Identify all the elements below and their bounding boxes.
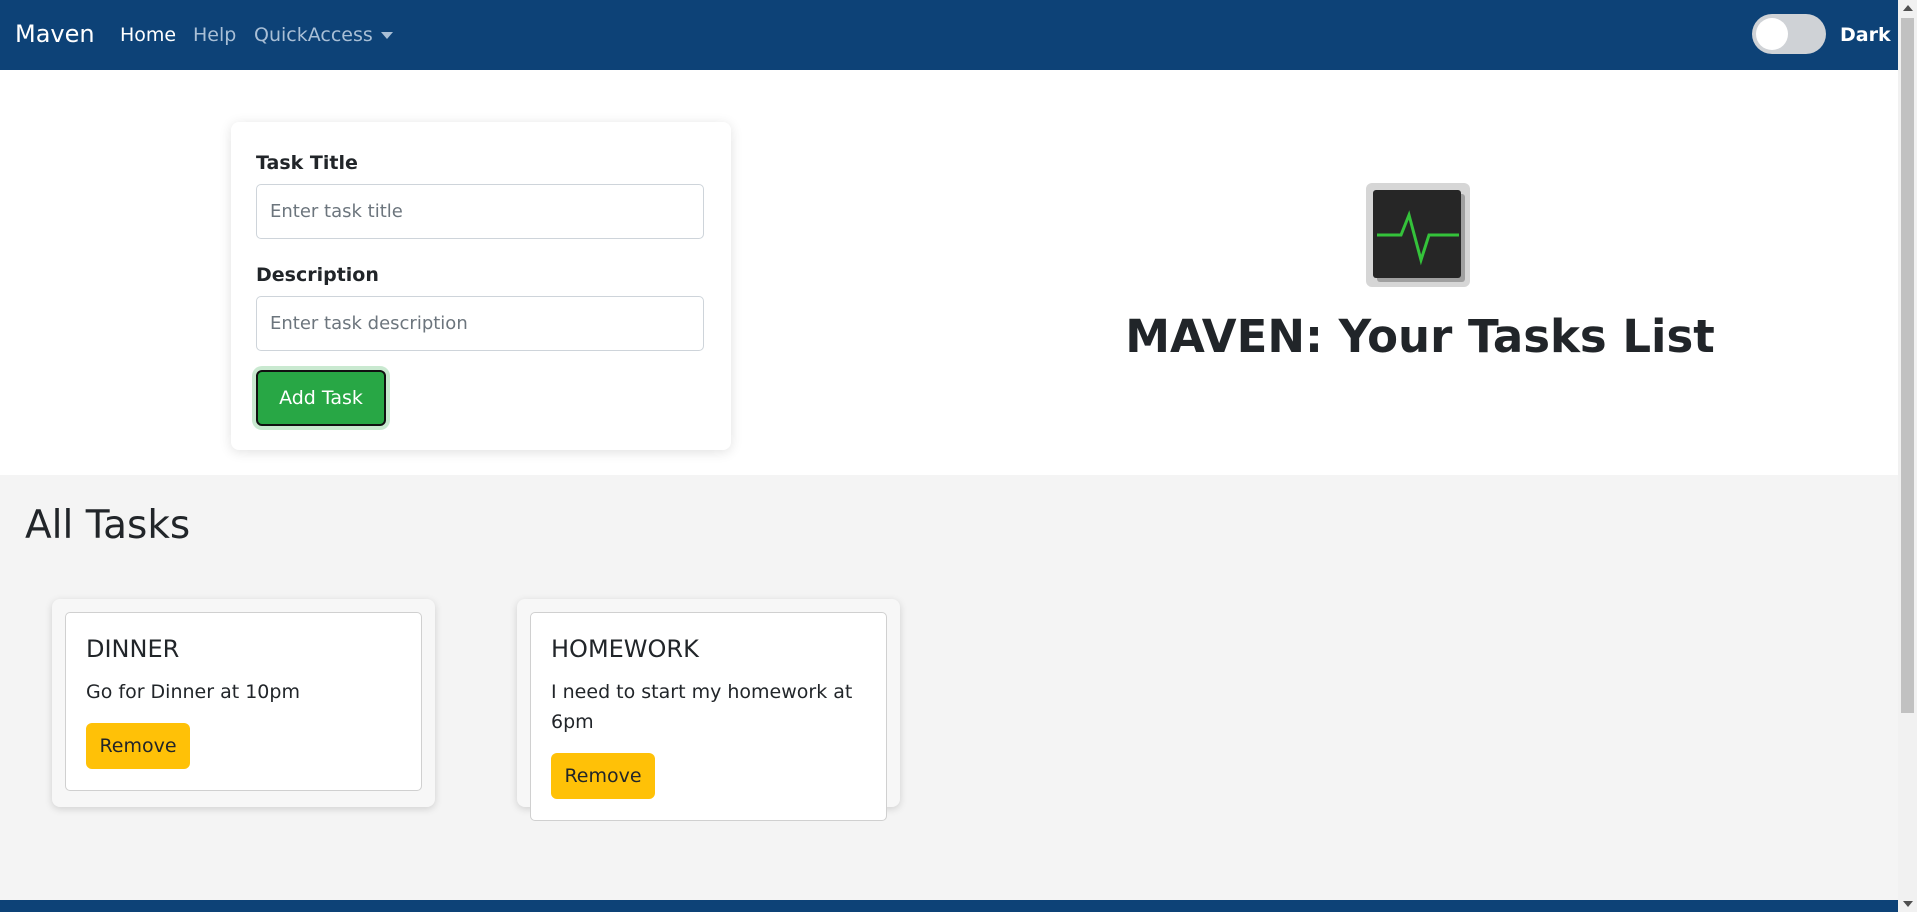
task-description: I need to start my homework at 6pm [551,681,853,733]
toggle-knob [1756,18,1788,50]
pulse-line-icon [1377,210,1459,266]
task-title: HOMEWORK [551,635,699,663]
page-scrollbar[interactable] [1898,0,1917,912]
brand-logo[interactable]: Maven [15,20,95,48]
add-task-form: Task Title Description Add Task [231,122,731,450]
task-card: HOMEWORK I need to start my homework at … [517,599,900,821]
nav-dropdown-label: QuickAccess [254,24,373,46]
task-description: Go for Dinner at 10pm [86,681,300,703]
dark-mode-label: Dark [1840,24,1891,46]
task-card-body: HOMEWORK I need to start my homework at … [530,612,887,821]
caret-down-icon [380,31,393,39]
scrollbar-thumb[interactable] [1901,18,1914,713]
task-title: DINNER [86,635,180,663]
nav-dropdown-quickaccess[interactable]: QuickAccess [254,24,393,46]
task-card-body: DINNER Go for Dinner at 10pm Remove [65,612,422,791]
task-title-label: Task Title [256,152,358,174]
dark-mode-toggle[interactable] [1752,14,1826,54]
task-description-input[interactable] [256,296,704,351]
top-navbar: Maven Home Help QuickAccess Dark [0,0,1898,70]
page-title: MAVEN: Your Tasks List [1125,310,1715,363]
add-task-button[interactable]: Add Task [256,370,386,426]
task-title-input[interactable] [256,184,704,239]
remove-task-button[interactable]: Remove [86,723,190,769]
activity-monitor-icon [1366,183,1470,287]
scroll-down-arrow-icon[interactable] [1903,901,1913,907]
task-card: DINNER Go for Dinner at 10pm Remove [52,599,435,807]
scroll-up-arrow-icon[interactable] [1903,5,1913,11]
tasks-section: All Tasks DINNER Go for Dinner at 10pm R… [0,475,1898,900]
nav-link-home[interactable]: Home [120,24,176,46]
tasks-heading: All Tasks [25,503,191,548]
nav-link-help[interactable]: Help [193,24,236,46]
activity-monitor-screen [1373,190,1461,278]
footer-bar [0,900,1898,912]
remove-task-button[interactable]: Remove [551,753,655,799]
task-description-label: Description [256,264,379,286]
